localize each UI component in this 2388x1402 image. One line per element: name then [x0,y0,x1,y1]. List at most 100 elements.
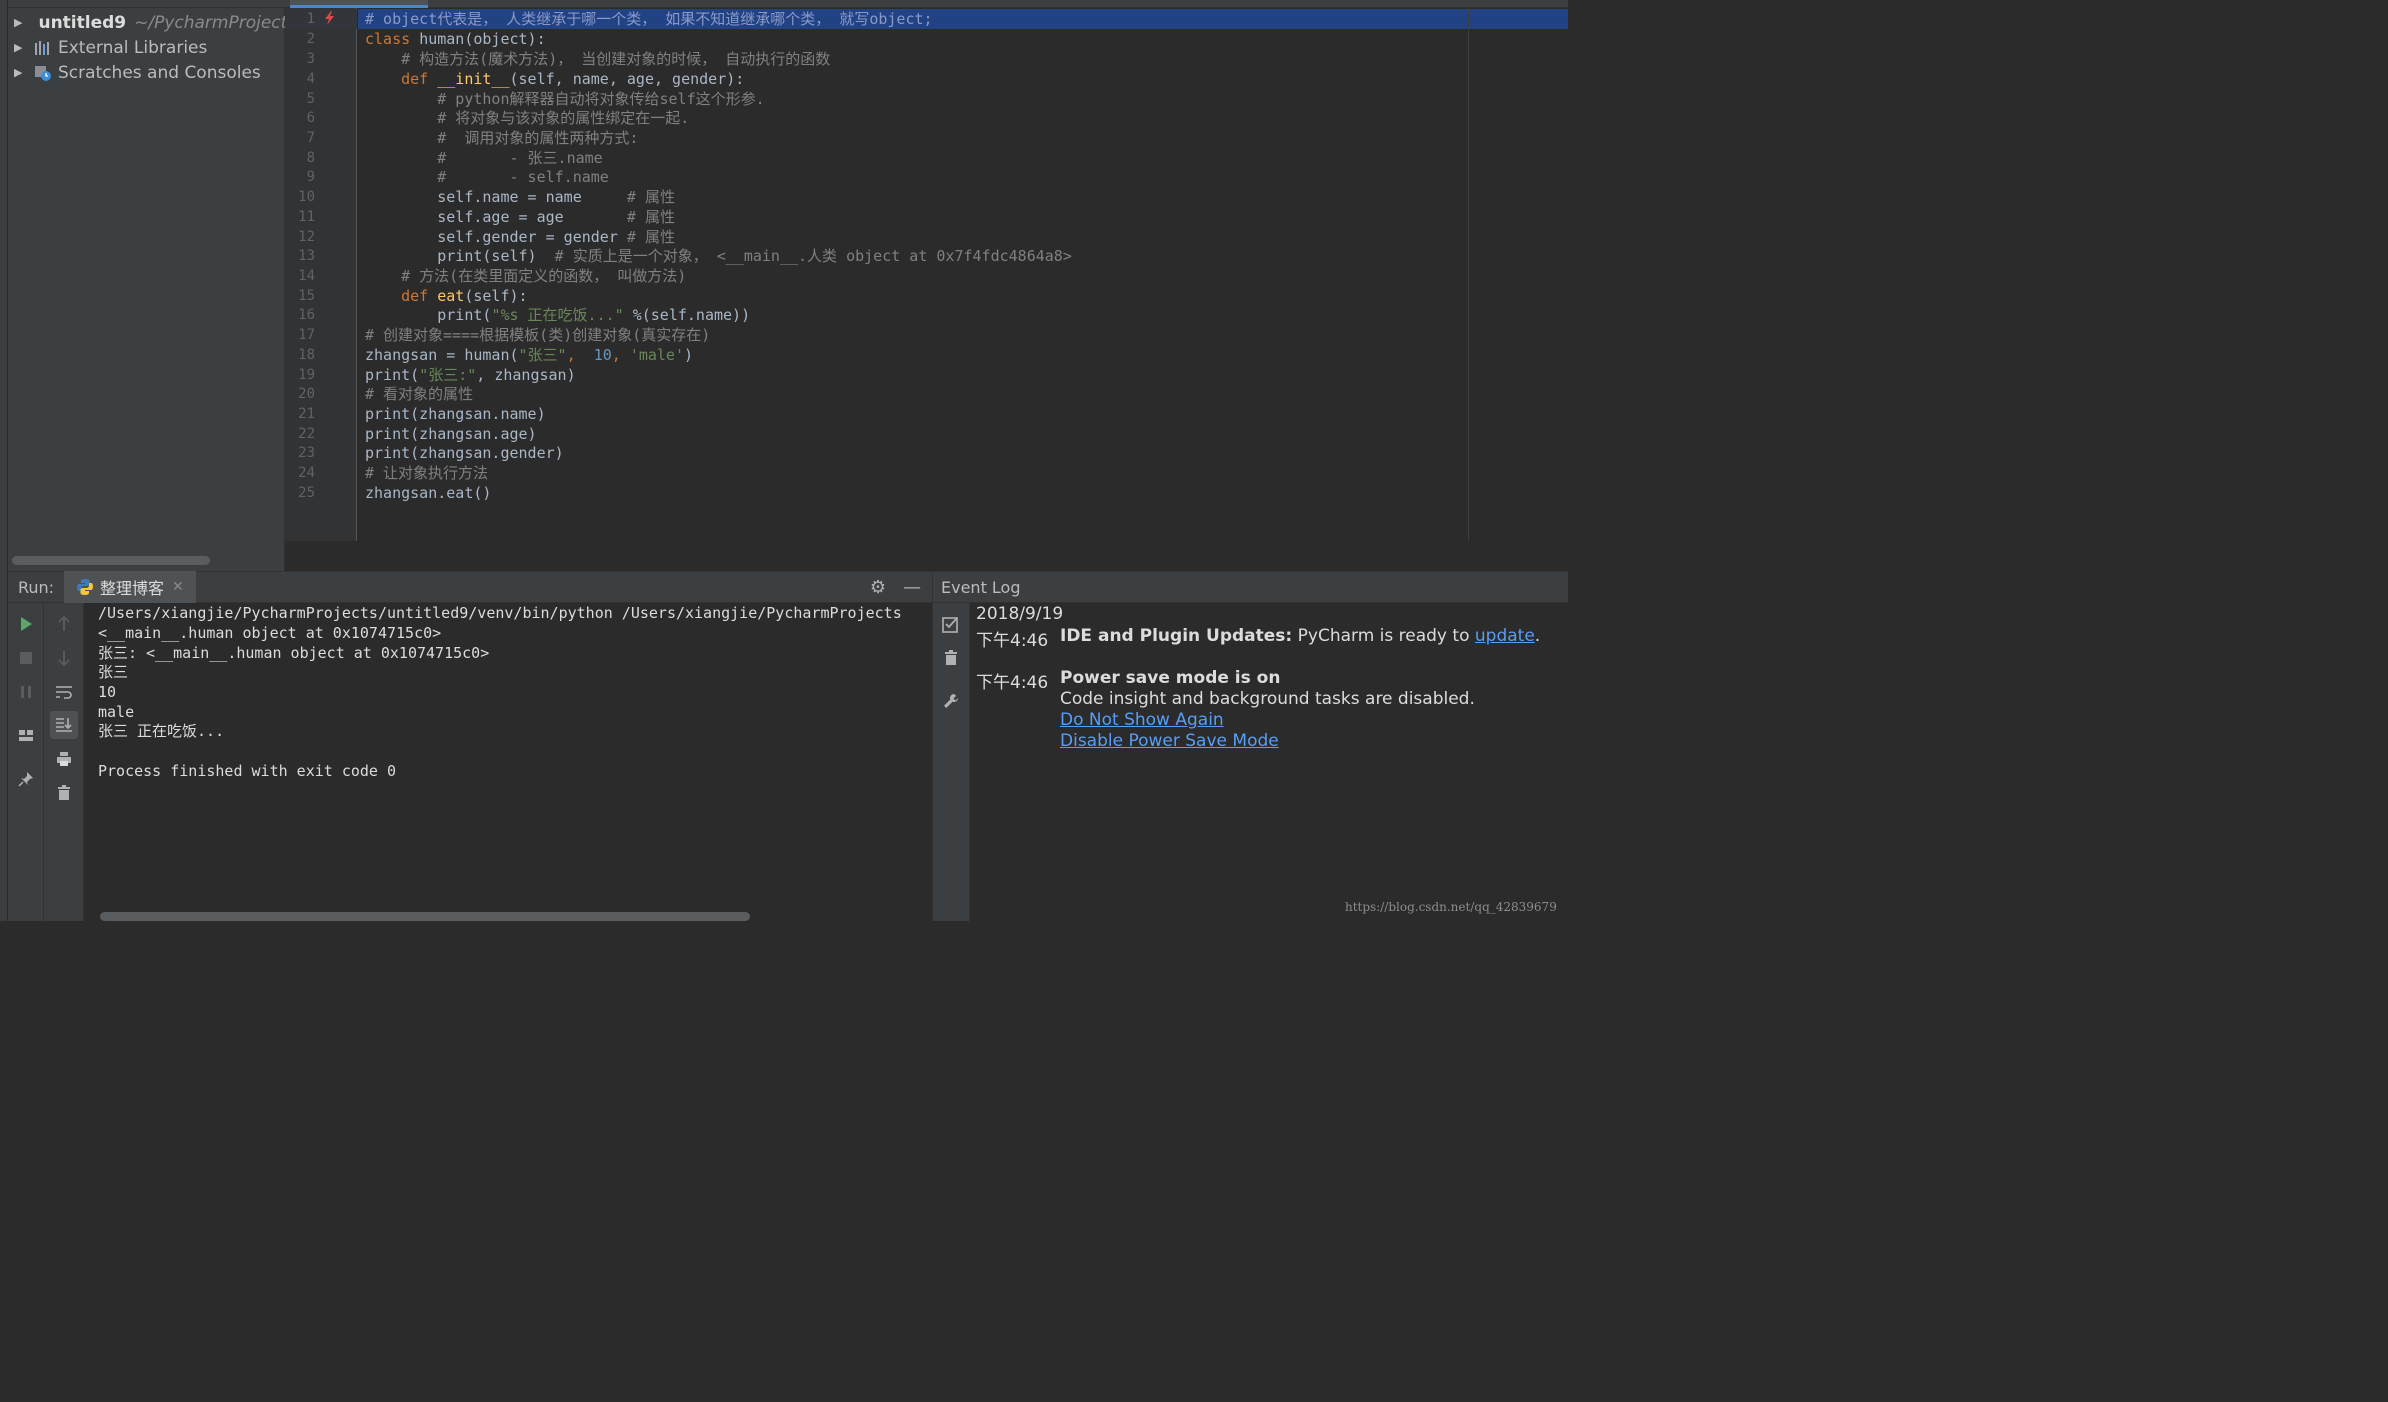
line-number: 21 [298,406,315,422]
event-title: Power save mode is on [1060,668,1281,688]
code-line-16[interactable]: print("%s 正在吃饭..." %(self.name)) [365,305,750,325]
event-log-title: Event Log [941,578,1021,597]
code-line-3[interactable]: # 构造方法(魔术方法)， 当创建对象的时候， 自动执行的函数 [365,49,830,69]
line-number: 18 [298,347,315,363]
code-line-18[interactable]: zhangsan = human("张三", 10, 'male') [365,345,693,365]
tree-item-external-libraries[interactable]: ▶ External Libraries [8,35,285,60]
pin-icon[interactable] [14,767,38,791]
code-line-20[interactable]: # 看对象的属性 [365,384,473,404]
tree-item-label: External Libraries [58,37,208,58]
console-line: /Users/xiangjie/PycharmProjects/untitled… [98,604,902,622]
tree-item-untitled9[interactable]: ▶ untitled9 ~/PycharmProject [8,10,285,35]
run-marker-icon[interactable] [322,10,338,26]
line-number: 13 [298,248,315,264]
event-text-tail: . [1534,626,1541,646]
horizontal-scrollbar[interactable] [12,556,210,565]
do-not-show-again-link[interactable]: Do Not Show Again [1060,710,1224,730]
console-line: Process finished with exit code 0 [98,762,397,780]
expand-arrow-icon[interactable]: ▶ [14,66,24,79]
line-number: 4 [306,71,315,87]
gear-icon[interactable]: ⚙ [868,578,888,598]
code-line-19[interactable]: print("张三:", zhangsan) [365,365,576,385]
run-title: Run: [18,578,55,597]
code-line-17[interactable]: # 创建对象====根据模板(类)创建对象(真实存在) [365,325,710,345]
event-text: PyCharm is ready to [1292,626,1475,646]
line-number: 3 [306,51,315,67]
event-entry-updates: IDE and Plugin Updates: PyCharm is ready… [1060,626,1540,646]
event-time: 下午4:46 [976,631,1049,651]
left-tool-strip [0,0,8,921]
code-line-5[interactable]: # python解释器自动将对象传给self这个形参. [365,89,764,109]
code-line-13[interactable]: print(self) # 实质上是一个对象， <__main__.人类 obj… [365,246,1072,266]
wrench-icon[interactable] [939,689,963,713]
code-line-7[interactable]: # 调用对象的属性两种方式: [365,128,638,148]
code-line-4[interactable]: def __init__(self, name, age, gender): [365,69,744,89]
line-number: 7 [306,130,315,146]
code-line-10[interactable]: self.name = name # 属性 [365,187,675,207]
line-number: 11 [298,209,315,225]
close-icon[interactable]: ✕ [172,579,184,595]
code-line-14[interactable]: # 方法(在类里面定义的函数， 叫做方法) [365,266,686,286]
trash-icon[interactable] [52,781,76,805]
event-text: Code insight and background tasks are di… [1060,689,1475,709]
arrow-down-icon[interactable] [52,646,76,670]
stop-icon[interactable] [14,646,38,670]
horizontal-scrollbar[interactable] [100,912,750,921]
console-line: <__main__.human object at 0x1074715c0> [98,624,442,642]
line-number: 1 [306,11,315,27]
project-toolbar [8,0,285,8]
tree-item-path: ~/PycharmProject [134,12,285,33]
code-line-22[interactable]: print(zhangsan.age) [365,424,537,444]
line-number: 6 [306,110,315,126]
line-number: 24 [298,465,315,481]
editor-bottom-area [285,541,1568,571]
console-line: 张三 [98,663,129,681]
code-line-2[interactable]: class human(object): [365,29,546,49]
code-line-21[interactable]: print(zhangsan.name) [365,404,546,424]
code-line-15[interactable]: def eat(self): [365,286,527,306]
line-number: 17 [298,327,315,343]
soft-wrap-icon[interactable] [52,680,76,704]
tree-item-scratches[interactable]: ▶ Scratches and Consoles [8,60,285,85]
event-time: 下午4:46 [976,673,1049,693]
scratches-icon [35,65,51,81]
run-tab[interactable]: 整理博客 ✕ [64,571,196,603]
code-line-1[interactable]: # object代表是， 人类继承于哪一个类， 如果不知道继承哪个类， 就写ob… [365,9,933,29]
code-line-11[interactable]: self.age = age # 属性 [365,207,675,227]
console-line: male [98,703,135,721]
mark-read-icon[interactable] [939,612,963,636]
tree-item-label: Scratches and Consoles [58,62,261,83]
line-number: 15 [298,288,315,304]
line-number: 23 [298,445,315,461]
line-number: 5 [306,91,315,107]
code-line-6[interactable]: # 将对象与该对象的属性绑定在一起. [365,108,689,128]
rerun-icon[interactable] [14,612,38,636]
line-number: 2 [306,31,315,47]
layout-icon[interactable] [14,723,38,747]
arrow-up-icon[interactable] [52,612,76,636]
trash-icon[interactable] [939,646,963,670]
code-line-24[interactable]: # 让对象执行方法 [365,463,488,483]
pause-icon[interactable] [14,680,38,704]
scroll-to-end-icon[interactable] [50,711,78,739]
watermark: https://blog.csdn.net/qq_42839679 [1345,900,1557,914]
console-line: 张三: <__main__.human object at 0x1074715c… [98,644,490,662]
python-icon [77,579,93,595]
event-log-header [932,571,1568,603]
expand-arrow-icon[interactable]: ▶ [14,41,24,54]
tree-item-label: untitled9 [38,12,127,33]
code-line-12[interactable]: self.gender = gender # 属性 [365,227,675,247]
minimize-icon[interactable]: — [902,578,922,598]
line-number: 16 [298,307,315,323]
code-line-23[interactable]: print(zhangsan.gender) [365,443,564,463]
event-date: 2018/9/19 [976,604,1064,624]
editor-tab-active[interactable] [290,0,428,8]
print-icon[interactable] [52,747,76,771]
code-line-25[interactable]: zhangsan.eat() [365,483,491,503]
event-log-body [970,603,1568,921]
update-link[interactable]: update [1475,626,1535,646]
code-line-8[interactable]: # - 张三.name [365,148,602,168]
code-line-9[interactable]: # - self.name [365,167,609,187]
disable-power-save-link[interactable]: Disable Power Save Mode [1060,731,1279,751]
expand-arrow-icon[interactable]: ▶ [14,16,22,29]
